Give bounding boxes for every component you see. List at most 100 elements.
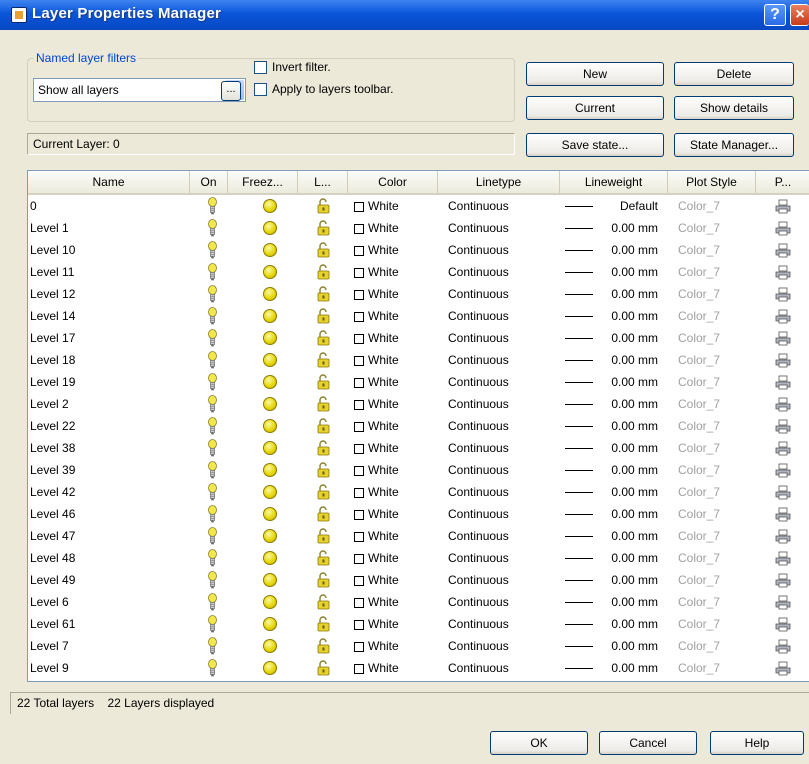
- printer-icon[interactable]: [775, 463, 791, 478]
- column-header-name[interactable]: Name: [28, 171, 190, 193]
- layer-color[interactable]: White: [368, 459, 399, 481]
- current-layer-button[interactable]: Current: [526, 96, 664, 120]
- layer-linetype[interactable]: Continuous: [448, 635, 509, 657]
- printer-icon[interactable]: [775, 485, 791, 500]
- layer-color[interactable]: White: [368, 613, 399, 635]
- sun-icon[interactable]: [263, 507, 277, 521]
- table-row[interactable]: 0 White Continuous Default Color_7: [28, 195, 809, 217]
- lightbulb-icon[interactable]: [208, 571, 217, 589]
- layer-lineweight[interactable]: 0.00 mm: [611, 635, 658, 657]
- layer-linetype[interactable]: Continuous: [448, 305, 509, 327]
- printer-icon[interactable]: [775, 507, 791, 522]
- table-row[interactable]: Level 46 White Continuous 0.00 mm Color_7: [28, 503, 809, 525]
- color-swatch[interactable]: [354, 488, 364, 498]
- layer-color[interactable]: White: [368, 371, 399, 393]
- layer-linetype[interactable]: Continuous: [448, 195, 509, 217]
- padlock-open-icon[interactable]: [317, 550, 330, 566]
- color-swatch[interactable]: [354, 642, 364, 652]
- layer-lineweight[interactable]: 0.00 mm: [611, 525, 658, 547]
- padlock-open-icon[interactable]: [317, 638, 330, 654]
- lightbulb-icon[interactable]: [208, 263, 217, 281]
- table-row[interactable]: Level 49 White Continuous 0.00 mm Color_7: [28, 569, 809, 591]
- layer-lineweight[interactable]: 0.00 mm: [611, 503, 658, 525]
- layer-linetype[interactable]: Continuous: [448, 569, 509, 591]
- printer-icon[interactable]: [775, 375, 791, 390]
- sun-icon[interactable]: [263, 573, 277, 587]
- lightbulb-icon[interactable]: [208, 197, 217, 215]
- layer-lineweight[interactable]: 0.00 mm: [611, 283, 658, 305]
- table-row[interactable]: Level 2 White Continuous 0.00 mm Color_7: [28, 393, 809, 415]
- layer-linetype[interactable]: Continuous: [448, 393, 509, 415]
- layer-lineweight[interactable]: 0.00 mm: [611, 217, 658, 239]
- layer-color[interactable]: White: [368, 349, 399, 371]
- layer-linetype[interactable]: Continuous: [448, 437, 509, 459]
- layer-linetype[interactable]: Continuous: [448, 591, 509, 613]
- printer-icon[interactable]: [775, 221, 791, 236]
- layer-lineweight[interactable]: 0.00 mm: [611, 305, 658, 327]
- table-row[interactable]: Level 19 White Continuous 0.00 mm Color_7: [28, 371, 809, 393]
- sun-icon[interactable]: [263, 221, 277, 235]
- lightbulb-icon[interactable]: [208, 659, 217, 677]
- color-swatch[interactable]: [354, 312, 364, 322]
- layer-lineweight[interactable]: 0.00 mm: [611, 613, 658, 635]
- color-swatch[interactable]: [354, 246, 364, 256]
- layer-color[interactable]: White: [368, 327, 399, 349]
- lightbulb-icon[interactable]: [208, 461, 217, 479]
- printer-icon[interactable]: [775, 595, 791, 610]
- lightbulb-icon[interactable]: [208, 329, 217, 347]
- color-swatch[interactable]: [354, 576, 364, 586]
- printer-icon[interactable]: [775, 441, 791, 456]
- new-layer-button[interactable]: New: [526, 62, 664, 86]
- table-row[interactable]: Level 14 White Continuous 0.00 mm Color_7: [28, 305, 809, 327]
- table-row[interactable]: Level 47 White Continuous 0.00 mm Color_7: [28, 525, 809, 547]
- color-swatch[interactable]: [354, 268, 364, 278]
- padlock-open-icon[interactable]: [317, 484, 330, 500]
- help-button[interactable]: Help: [710, 731, 804, 755]
- padlock-open-icon[interactable]: [317, 440, 330, 456]
- layer-linetype[interactable]: Continuous: [448, 459, 509, 481]
- padlock-open-icon[interactable]: [317, 286, 330, 302]
- color-swatch[interactable]: [354, 290, 364, 300]
- ok-button[interactable]: OK: [490, 731, 588, 755]
- padlock-open-icon[interactable]: [317, 198, 330, 214]
- column-header-plot-style[interactable]: Plot Style: [668, 171, 756, 193]
- lightbulb-icon[interactable]: [208, 285, 217, 303]
- table-row[interactable]: Level 17 White Continuous 0.00 mm Color_7: [28, 327, 809, 349]
- layer-linetype[interactable]: Continuous: [448, 525, 509, 547]
- title-help-button[interactable]: ?: [764, 4, 786, 26]
- padlock-open-icon[interactable]: [317, 396, 330, 412]
- layer-color[interactable]: White: [368, 481, 399, 503]
- padlock-open-icon[interactable]: [317, 616, 330, 632]
- color-swatch[interactable]: [354, 356, 364, 366]
- color-swatch[interactable]: [354, 400, 364, 410]
- lightbulb-icon[interactable]: [208, 483, 217, 501]
- printer-icon[interactable]: [775, 199, 791, 214]
- printer-icon[interactable]: [775, 331, 791, 346]
- sun-icon[interactable]: [263, 265, 277, 279]
- table-row[interactable]: Level 10 White Continuous 0.00 mm Color_7: [28, 239, 809, 261]
- layer-linetype[interactable]: Continuous: [448, 283, 509, 305]
- color-swatch[interactable]: [354, 664, 364, 674]
- sun-icon[interactable]: [263, 617, 277, 631]
- color-swatch[interactable]: [354, 598, 364, 608]
- table-row[interactable]: Level 12 White Continuous 0.00 mm Color_7: [28, 283, 809, 305]
- table-row[interactable]: Level 18 White Continuous 0.00 mm Color_7: [28, 349, 809, 371]
- lightbulb-icon[interactable]: [208, 439, 217, 457]
- printer-icon[interactable]: [775, 661, 791, 676]
- layer-color[interactable]: White: [368, 239, 399, 261]
- sun-icon[interactable]: [263, 639, 277, 653]
- close-button[interactable]: ×: [790, 4, 809, 26]
- layer-color[interactable]: White: [368, 195, 399, 217]
- printer-icon[interactable]: [775, 309, 791, 324]
- layer-color[interactable]: White: [368, 415, 399, 437]
- layer-lineweight[interactable]: 0.00 mm: [611, 327, 658, 349]
- color-swatch[interactable]: [354, 202, 364, 212]
- sun-icon[interactable]: [263, 463, 277, 477]
- layer-lineweight[interactable]: 0.00 mm: [611, 657, 658, 679]
- layer-lineweight[interactable]: 0.00 mm: [611, 481, 658, 503]
- layer-color[interactable]: White: [368, 591, 399, 613]
- lightbulb-icon[interactable]: [208, 219, 217, 237]
- layer-linetype[interactable]: Continuous: [448, 327, 509, 349]
- padlock-open-icon[interactable]: [317, 308, 330, 324]
- padlock-open-icon[interactable]: [317, 242, 330, 258]
